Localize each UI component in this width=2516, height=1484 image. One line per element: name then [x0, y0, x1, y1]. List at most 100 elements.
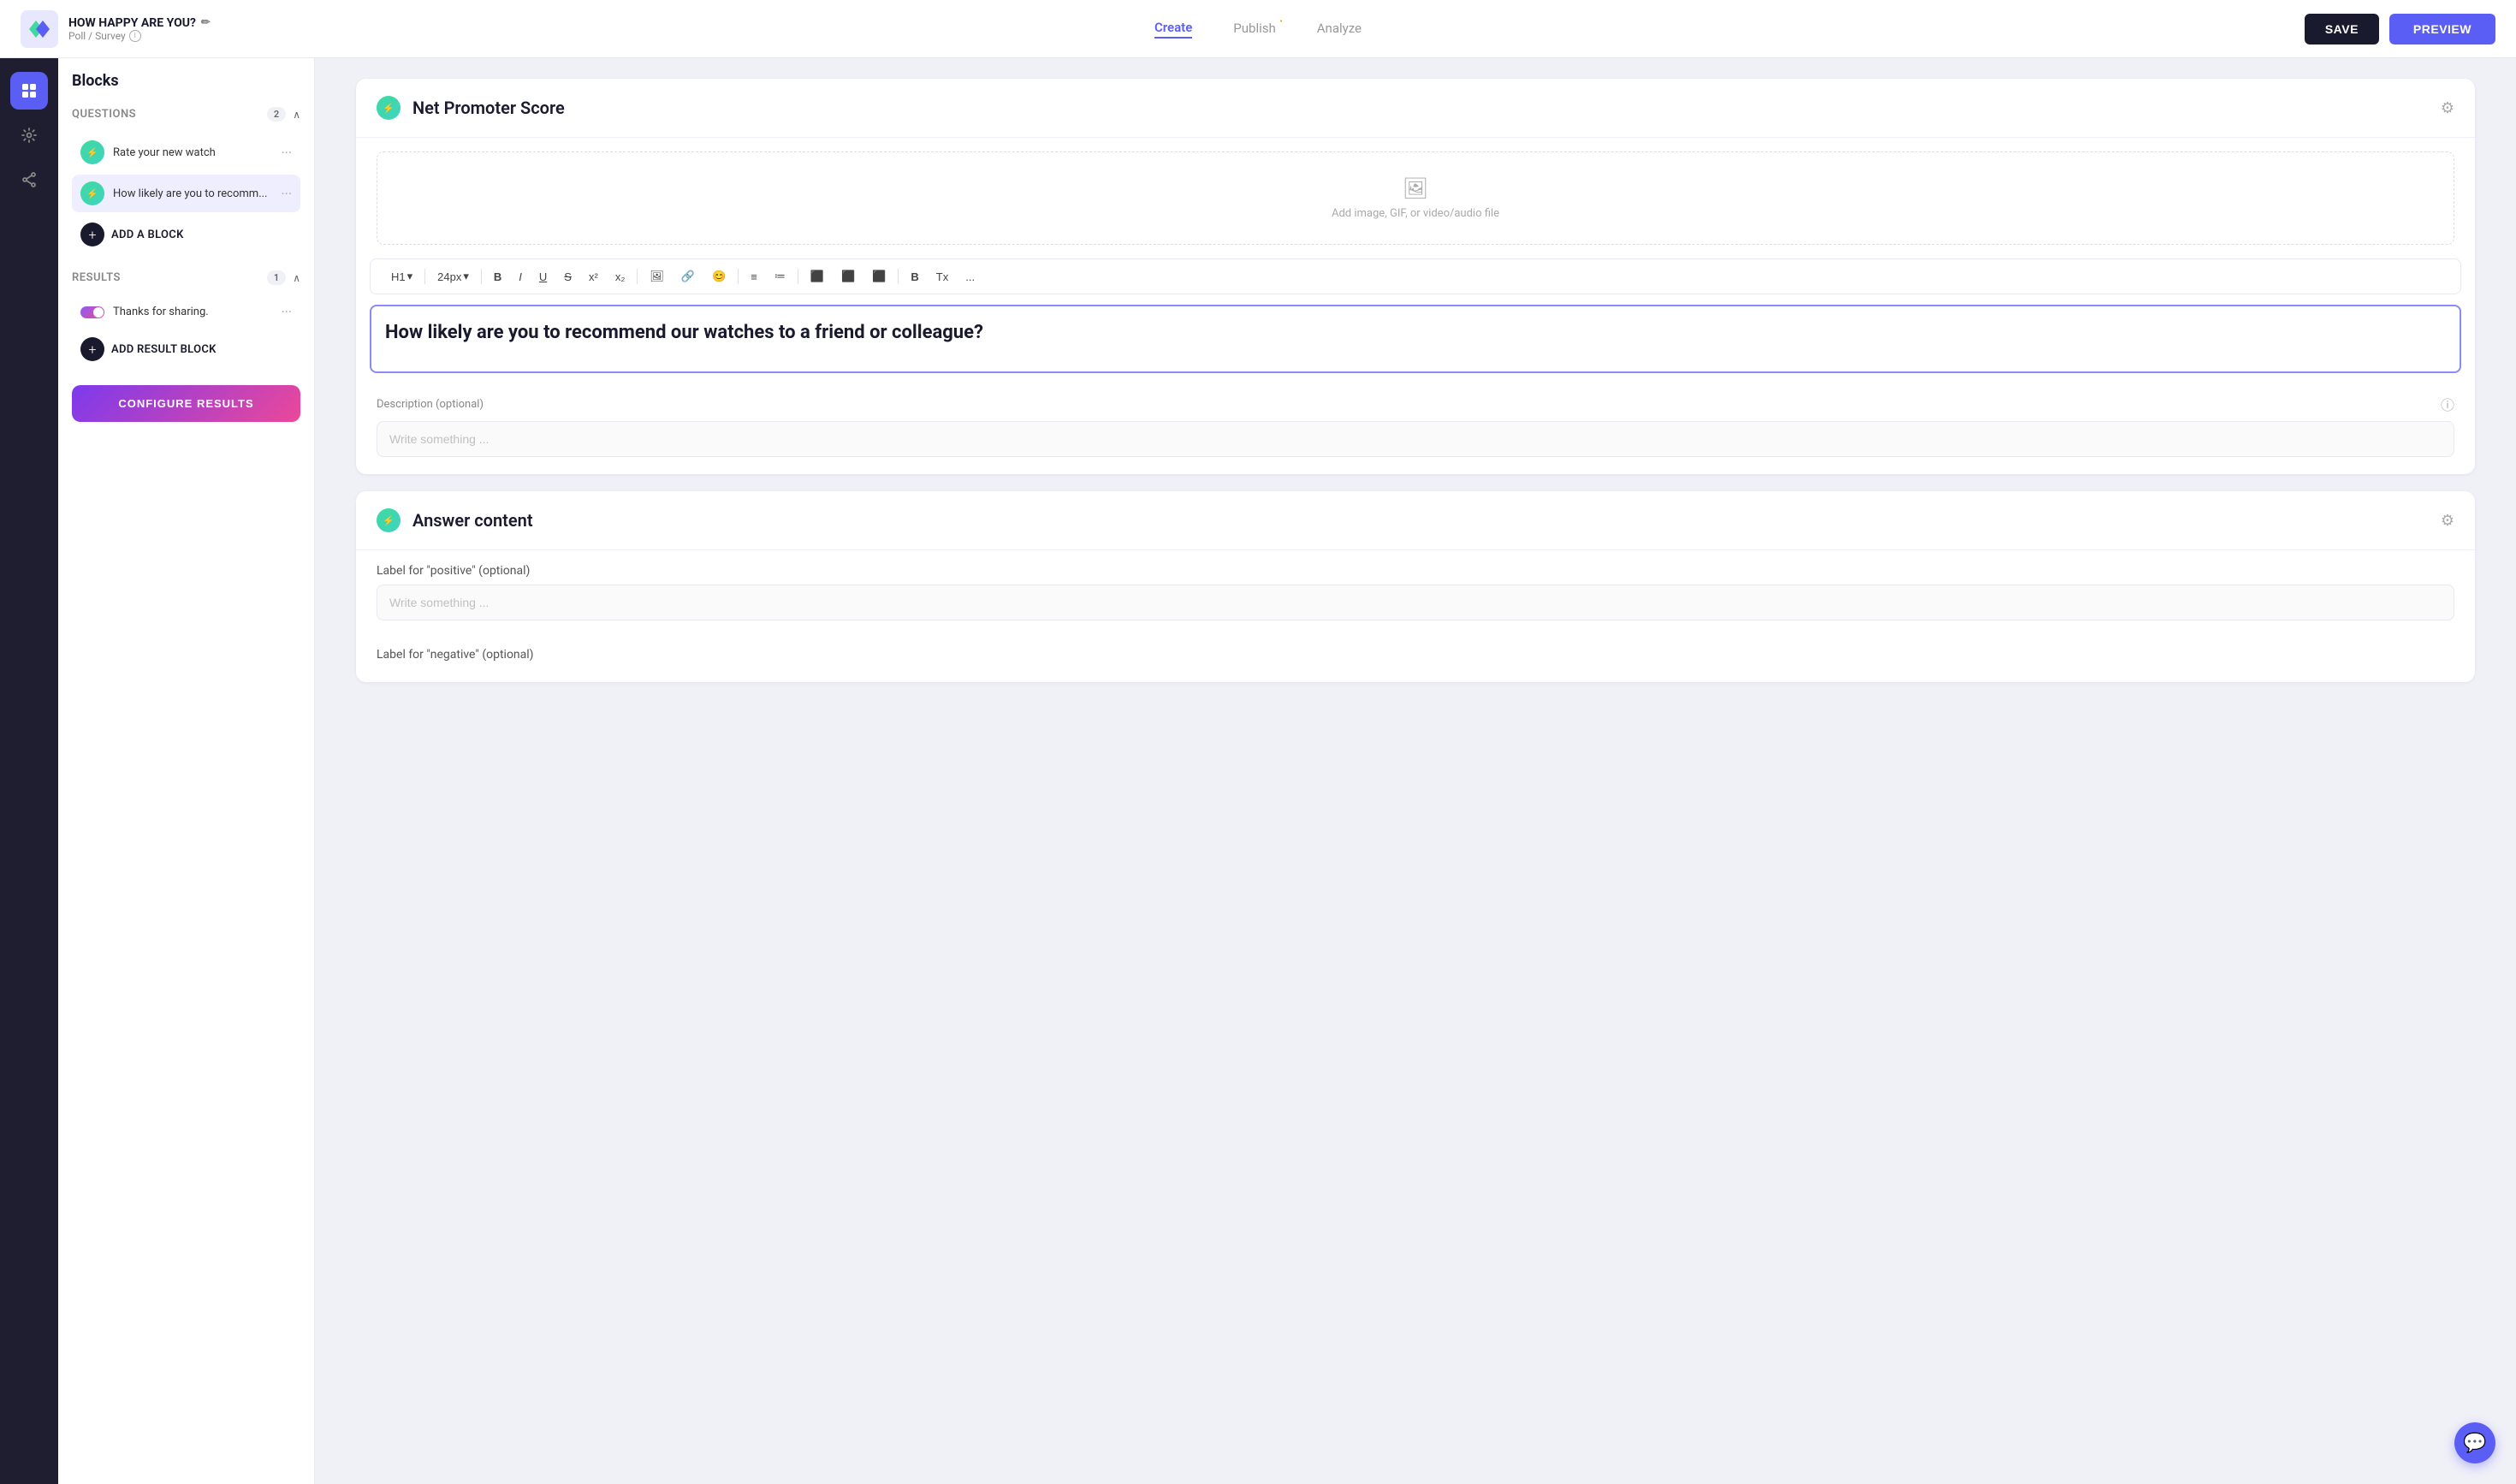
questions-label: Questions: [72, 108, 136, 121]
toolbar-align-right[interactable]: ⬛: [865, 266, 893, 287]
main-content: ⚡ Net Promoter Score ⚙ 🖼 Add image, GIF,…: [315, 58, 2516, 1484]
question-text-area[interactable]: How likely are you to recommend our watc…: [370, 305, 2461, 373]
toolbar-sep-6: [898, 269, 899, 284]
upload-text: Add image, GIF, or video/audio file: [1332, 207, 1499, 220]
nps-title: Net Promoter Score: [412, 98, 2429, 118]
positive-label-text: Label for "positive" (optional): [377, 564, 2454, 578]
toolbar-superscript[interactable]: x²: [582, 267, 605, 287]
toolbar-heading[interactable]: H1 ▾: [384, 266, 419, 287]
question-item-1[interactable]: ⚡ Rate your new watch ···: [72, 134, 300, 171]
toolbar-clear[interactable]: Tx: [929, 267, 955, 287]
sidebar: Blocks Questions 2 ∧ ⚡ Rate your new wat…: [58, 58, 315, 1484]
question-item-2[interactable]: ⚡ How likely are you to recomm... ···: [72, 175, 300, 212]
text-toolbar: H1 ▾ 24px ▾ B I U S x² x₂ 🖼 🔗 😊: [370, 258, 2461, 294]
questions-count-badge: 2: [267, 107, 286, 122]
upload-icon: 🖼: [1403, 176, 1428, 200]
nav-actions: SAVE PREVIEW: [2305, 14, 2495, 45]
nav-analyze[interactable]: Analyze: [1317, 21, 1362, 38]
result-item-1[interactable]: Thanks for sharing. ···: [72, 297, 300, 327]
add-result-button[interactable]: + ADD RESULT BLOCK: [72, 330, 300, 368]
questions-chevron[interactable]: ∧: [293, 109, 300, 121]
results-count-badge: 1: [267, 270, 286, 285]
toolbar-fontsize[interactable]: 24px ▾: [430, 266, 476, 287]
chat-bubble[interactable]: 💬: [2454, 1422, 2495, 1463]
question-dots-2[interactable]: ···: [281, 186, 292, 202]
survey-type-text: Poll / Survey: [68, 30, 126, 42]
main-layout: Blocks Questions 2 ∧ ⚡ Rate your new wat…: [0, 58, 2516, 1484]
answer-card-header: ⚡ Answer content ⚙: [356, 491, 2475, 550]
icon-settings[interactable]: [10, 116, 48, 154]
results-label: Results: [72, 271, 121, 284]
toolbar-ordered-list[interactable]: ≔: [768, 266, 792, 287]
toolbar-underline[interactable]: U: [532, 267, 554, 287]
description-info-icon[interactable]: ⓘ: [2441, 394, 2454, 414]
question-text-1: Rate your new watch: [113, 146, 272, 159]
survey-subtitle: Poll / Survey i: [68, 30, 211, 42]
add-block-icon: +: [80, 223, 104, 246]
add-block-button[interactable]: + ADD A BLOCK: [72, 216, 300, 253]
question-icon-1: ⚡: [80, 140, 104, 164]
icon-bar: [0, 58, 58, 1484]
answer-header-icon: ⚡: [377, 508, 401, 532]
icon-blocks[interactable]: [10, 72, 48, 110]
edit-title-icon[interactable]: ✏: [201, 16, 211, 29]
description-input[interactable]: [377, 421, 2454, 457]
nps-settings-icon[interactable]: ⚙: [2441, 99, 2454, 117]
toolbar-emoji[interactable]: 😊: [705, 266, 733, 287]
toolbar-bold[interactable]: B: [487, 267, 508, 287]
toolbar-align-left[interactable]: ⬛: [804, 266, 831, 287]
toolbar-more[interactable]: ...: [958, 267, 982, 287]
preview-button[interactable]: PREVIEW: [2389, 14, 2495, 45]
toolbar-sep-2: [481, 269, 482, 284]
nav-center: Create Publish Analyze: [1154, 20, 1362, 39]
add-block-label: ADD A BLOCK: [111, 229, 184, 241]
toolbar-image[interactable]: 🖼: [643, 266, 671, 287]
description-label: Description (optional) ⓘ: [377, 394, 2454, 414]
icon-share[interactable]: [10, 161, 48, 199]
nps-card-header: ⚡ Net Promoter Score ⚙: [356, 79, 2475, 138]
negative-label-section: Label for "negative" (optional): [356, 634, 2475, 682]
add-result-icon: +: [80, 337, 104, 361]
toolbar-sep-3: [637, 269, 638, 284]
positive-input[interactable]: [377, 585, 2454, 620]
logo-area: HOW HAPPY ARE YOU? ✏ Poll / Survey i: [21, 10, 226, 48]
result-icon-1: [80, 306, 104, 318]
questions-section-header: Questions 2 ∧: [72, 104, 300, 125]
positive-label-section: Label for "positive" (optional): [356, 550, 2475, 634]
toolbar-italic[interactable]: I: [512, 267, 529, 287]
configure-results-button[interactable]: CONFIGURE RESULTS: [72, 385, 300, 422]
answer-title: Answer content: [412, 510, 2429, 531]
toolbar-subscript[interactable]: x₂: [608, 267, 632, 287]
toolbar-bold2[interactable]: B: [904, 267, 925, 287]
question-icon-2: ⚡: [80, 181, 104, 205]
toolbar-strikethrough[interactable]: S: [557, 267, 579, 287]
toolbar-align-center[interactable]: ⬛: [834, 266, 862, 287]
question-text-2: How likely are you to recomm...: [113, 187, 272, 200]
negative-label-text: Label for "negative" (optional): [377, 648, 2454, 662]
results-section-header: Results 1 ∧: [72, 267, 300, 288]
nav-publish[interactable]: Publish: [1233, 21, 1275, 38]
question-dots-1[interactable]: ···: [281, 145, 292, 161]
title-block: HOW HAPPY ARE YOU? ✏ Poll / Survey i: [68, 16, 211, 42]
toolbar-sep-1: [424, 269, 425, 284]
sidebar-title: Blocks: [72, 72, 300, 90]
description-section: Description (optional) ⓘ: [356, 383, 2475, 474]
nav-create[interactable]: Create: [1154, 20, 1192, 39]
results-chevron[interactable]: ∧: [293, 272, 300, 284]
info-icon[interactable]: i: [129, 30, 141, 42]
nps-card: ⚡ Net Promoter Score ⚙ 🖼 Add image, GIF,…: [356, 79, 2475, 474]
save-button[interactable]: SAVE: [2305, 14, 2379, 45]
toolbar-bullet-list[interactable]: ≡: [744, 267, 764, 287]
answer-card: ⚡ Answer content ⚙ Label for "positive" …: [356, 491, 2475, 682]
survey-title: HOW HAPPY ARE YOU? ✏: [68, 16, 211, 30]
result-text-1: Thanks for sharing.: [113, 306, 272, 318]
survey-title-text: HOW HAPPY ARE YOU?: [68, 16, 196, 30]
toolbar-sep-4: [738, 269, 739, 284]
result-dots-1[interactable]: ···: [281, 304, 292, 320]
answer-settings-icon[interactable]: ⚙: [2441, 512, 2454, 530]
toolbar-link[interactable]: 🔗: [674, 266, 702, 287]
top-nav: HOW HAPPY ARE YOU? ✏ Poll / Survey i Cre…: [0, 0, 2516, 58]
logo-icon: [21, 10, 58, 48]
add-result-label: ADD RESULT BLOCK: [111, 343, 217, 356]
image-upload-area[interactable]: 🖼 Add image, GIF, or video/audio file: [377, 151, 2454, 245]
